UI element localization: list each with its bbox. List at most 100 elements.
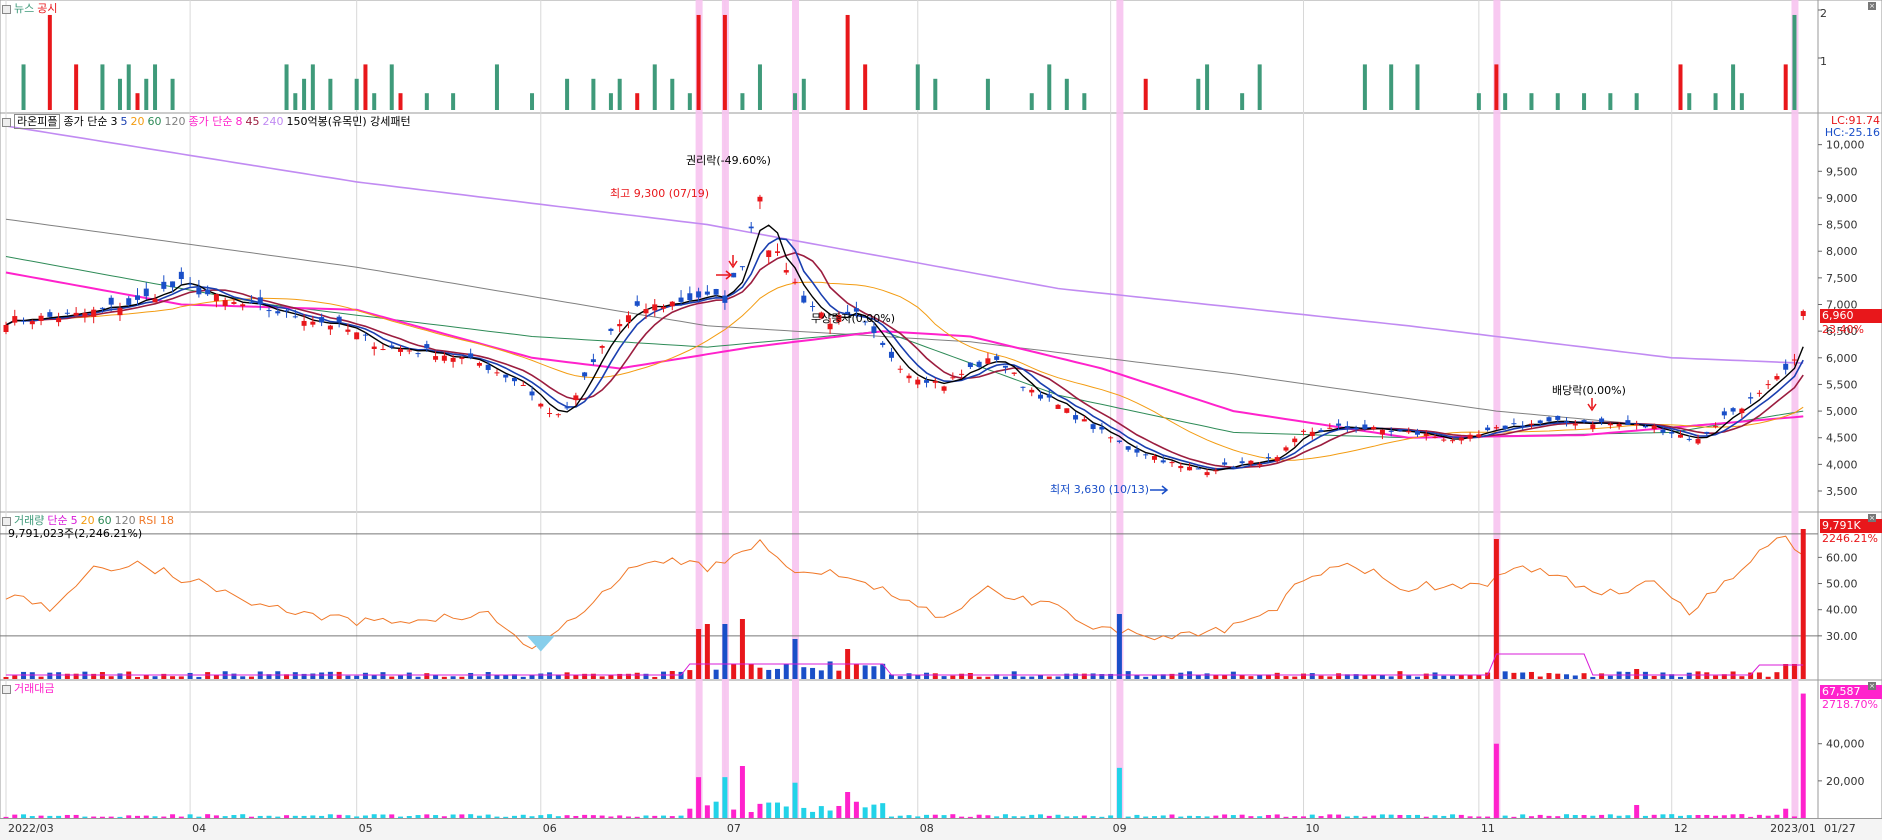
- disclosure-bar: [74, 64, 79, 110]
- volume-bar: [1528, 671, 1534, 679]
- pane-close-icon[interactable]: ×: [1868, 514, 1876, 522]
- legend-vol-ma120[interactable]: 120: [115, 514, 136, 527]
- date-tick-label: 11: [1480, 822, 1495, 835]
- candle-body: [810, 306, 816, 308]
- candle-body: [573, 395, 579, 401]
- volume-bar: [1178, 672, 1184, 679]
- candle-body: [178, 271, 184, 280]
- news-bar: [1196, 78, 1201, 110]
- news-bar: [1082, 93, 1087, 110]
- rsi-tick-label: 50.00: [1826, 578, 1858, 591]
- candle-body: [371, 346, 377, 349]
- volume-rsi-pane[interactable]: 30.00 40.00 50.00 60.00 거래량 단순 5 20 60 120 RSI 18…: [0, 512, 1882, 680]
- pane-menu-icon[interactable]: [2, 516, 11, 526]
- legend-volume[interactable]: 거래량: [14, 514, 44, 527]
- amount-bar: [801, 807, 807, 818]
- volume-bar: [1414, 676, 1420, 679]
- volume-bar: [1090, 673, 1096, 679]
- volume-bar: [967, 672, 973, 679]
- candle-body: [687, 293, 693, 301]
- news-bar: [117, 78, 122, 110]
- candle-body: [1309, 431, 1315, 437]
- volume-bar: [1064, 673, 1070, 679]
- legend-amount[interactable]: 거래대금: [14, 682, 54, 695]
- candle-body: [161, 281, 167, 289]
- candle-body: [1485, 427, 1491, 431]
- volume-bar: [152, 676, 158, 679]
- legend-ma5[interactable]: 5: [120, 115, 127, 128]
- volume-bar: [1362, 675, 1368, 679]
- annotation-high: 최고 9,300 (07/19): [610, 187, 710, 200]
- legend-ma240[interactable]: 240: [262, 115, 283, 128]
- price-pane[interactable]: 3,500 4,000 4,500 5,000 5,500 6,000 6,500 7,000…: [0, 113, 1882, 512]
- volume-bar: [1564, 674, 1570, 679]
- legend-disclosure[interactable]: 공시: [37, 2, 57, 15]
- last-amount-pct: 2718.70%: [1822, 698, 1878, 711]
- volume-bar: [108, 676, 114, 679]
- volume-bar: [1765, 676, 1771, 679]
- volume-bar: [3, 676, 9, 679]
- pane-close-icon[interactable]: ×: [1868, 682, 1876, 690]
- volume-bar: [1739, 676, 1745, 679]
- legend-vol-ma5[interactable]: 5: [71, 514, 78, 527]
- volume-bar: [810, 667, 816, 679]
- pane-menu-icon[interactable]: [2, 4, 11, 14]
- volume-bar: [564, 672, 570, 679]
- legend-ma45[interactable]: 45: [245, 115, 259, 128]
- hc-label: HC:-25.16: [1824, 126, 1880, 139]
- legend-ma3[interactable]: 3: [110, 115, 117, 128]
- news-bar: [608, 93, 613, 110]
- amount-pane[interactable]: 20,000 40,000 거래대금 67,587 2718.70% ×: [0, 680, 1882, 820]
- pane-frame: [0, 680, 1882, 820]
- legend-ma20[interactable]: 20: [130, 115, 144, 128]
- candle-body: [564, 407, 570, 409]
- candle-body: [1669, 431, 1675, 434]
- volume-bar: [932, 673, 938, 679]
- pane-menu-icon[interactable]: [2, 684, 11, 694]
- candle-body: [362, 334, 368, 336]
- candle-body: [774, 251, 780, 253]
- legend-ma60[interactable]: 60: [147, 115, 161, 128]
- candle-body: [1301, 430, 1307, 432]
- news-bar: [687, 93, 692, 110]
- volume-bar: [1406, 675, 1412, 679]
- pane-frame: [0, 113, 1882, 512]
- candle-body: [1607, 423, 1613, 426]
- volume-bar: [634, 672, 640, 679]
- news-disclosure-pane[interactable]: 뉴스 공시 2 1 ×: [0, 0, 1882, 113]
- legend-rsi[interactable]: RSI 18: [139, 514, 174, 527]
- price-chart: 3,5004,0004,5005,0005,5006,0006,5007,000…: [0, 113, 1882, 512]
- legend-ma8[interactable]: 8: [235, 115, 242, 128]
- news-bar: [1240, 93, 1245, 110]
- volume-bar: [1581, 673, 1587, 679]
- pane-close-icon[interactable]: ×: [1868, 2, 1876, 10]
- disclosure-bar: [722, 14, 727, 111]
- volume-bar: [1301, 673, 1307, 679]
- candle-body: [1511, 423, 1517, 425]
- candle-body: [64, 312, 70, 314]
- volume-bar: [1520, 672, 1526, 679]
- symbol-name[interactable]: 라온피플: [14, 114, 61, 129]
- amount-bar: [1783, 808, 1789, 818]
- legend-ma120[interactable]: 120: [164, 115, 185, 128]
- news-bar: [915, 64, 920, 110]
- volume-bar: [739, 619, 745, 679]
- volume-bar: [1432, 672, 1438, 679]
- event-highlight: [1791, 680, 1799, 820]
- news-bar: [1389, 64, 1394, 110]
- candle-body: [459, 357, 465, 359]
- legend-vol-ma20[interactable]: 20: [81, 514, 95, 527]
- volume-bar: [380, 672, 386, 679]
- disclosure-bar: [398, 93, 403, 110]
- candle-body: [398, 348, 404, 352]
- candle-body: [1371, 426, 1377, 430]
- candle-body: [152, 298, 158, 303]
- legend-news[interactable]: 뉴스: [14, 2, 34, 15]
- candle-body: [1660, 429, 1666, 433]
- candle-body: [1274, 457, 1280, 462]
- candle-body: [976, 361, 982, 367]
- pane-menu-icon[interactable]: [2, 117, 11, 127]
- legend-vol-ma60[interactable]: 60: [98, 514, 112, 527]
- legend-pattern[interactable]: 150억봉(유목민) 강세패턴: [286, 115, 410, 128]
- candle-body: [389, 345, 395, 348]
